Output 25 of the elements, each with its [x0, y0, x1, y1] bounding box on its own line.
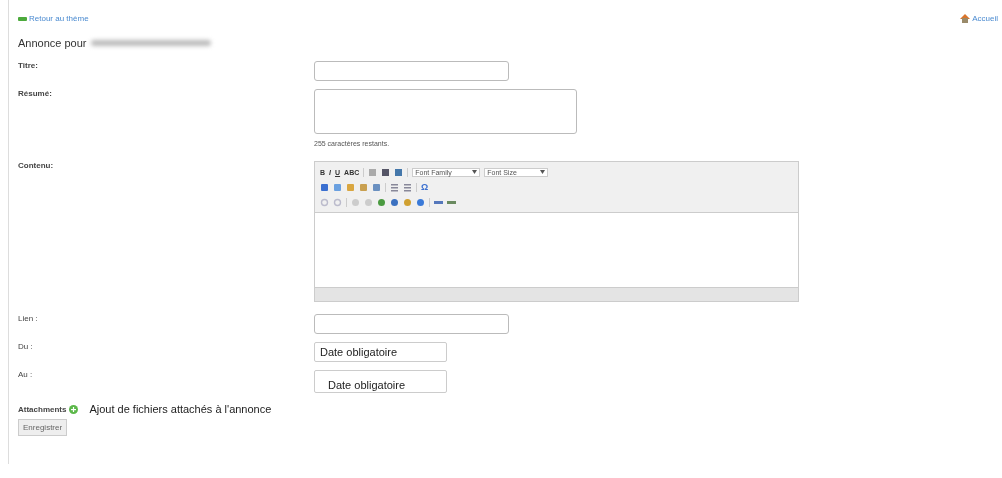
home-link[interactable]: Accueil: [960, 14, 998, 23]
field-label: Titre:: [18, 61, 39, 72]
input-field[interactable]: [314, 61, 509, 81]
house-icon: [960, 14, 971, 23]
caret-icon: [540, 170, 546, 174]
input-field[interactable]: [314, 314, 509, 334]
date-field[interactable]: Date obligatoire: [314, 370, 447, 393]
attachments-label: Attachments: [18, 404, 67, 414]
save-button[interactable]: Enregistrer: [18, 419, 68, 436]
field-label: Du :: [18, 342, 34, 353]
editor-area[interactable]: [315, 212, 798, 288]
summary-field[interactable]: [314, 89, 577, 134]
field-label: Au :: [18, 370, 34, 381]
add-icon[interactable]: [69, 404, 79, 414]
field-label: Contenu:: [18, 161, 55, 172]
bullet-list-icon[interactable]: [390, 182, 399, 192]
numbered-list-icon[interactable]: [403, 182, 412, 192]
field-label: Résumé:: [18, 89, 53, 100]
page-heading: Annonce pour: [18, 37, 87, 49]
field-label: Lien :: [18, 314, 39, 325]
caret-icon: [472, 170, 478, 174]
attachments-description: Ajout de fichiers attachés à l'annonce: [89, 403, 272, 415]
special-character-button[interactable]: Ω: [421, 182, 429, 192]
date-field[interactable]: Date obligatoire: [314, 342, 447, 362]
back-link[interactable]: Retour au thème: [18, 14, 89, 23]
